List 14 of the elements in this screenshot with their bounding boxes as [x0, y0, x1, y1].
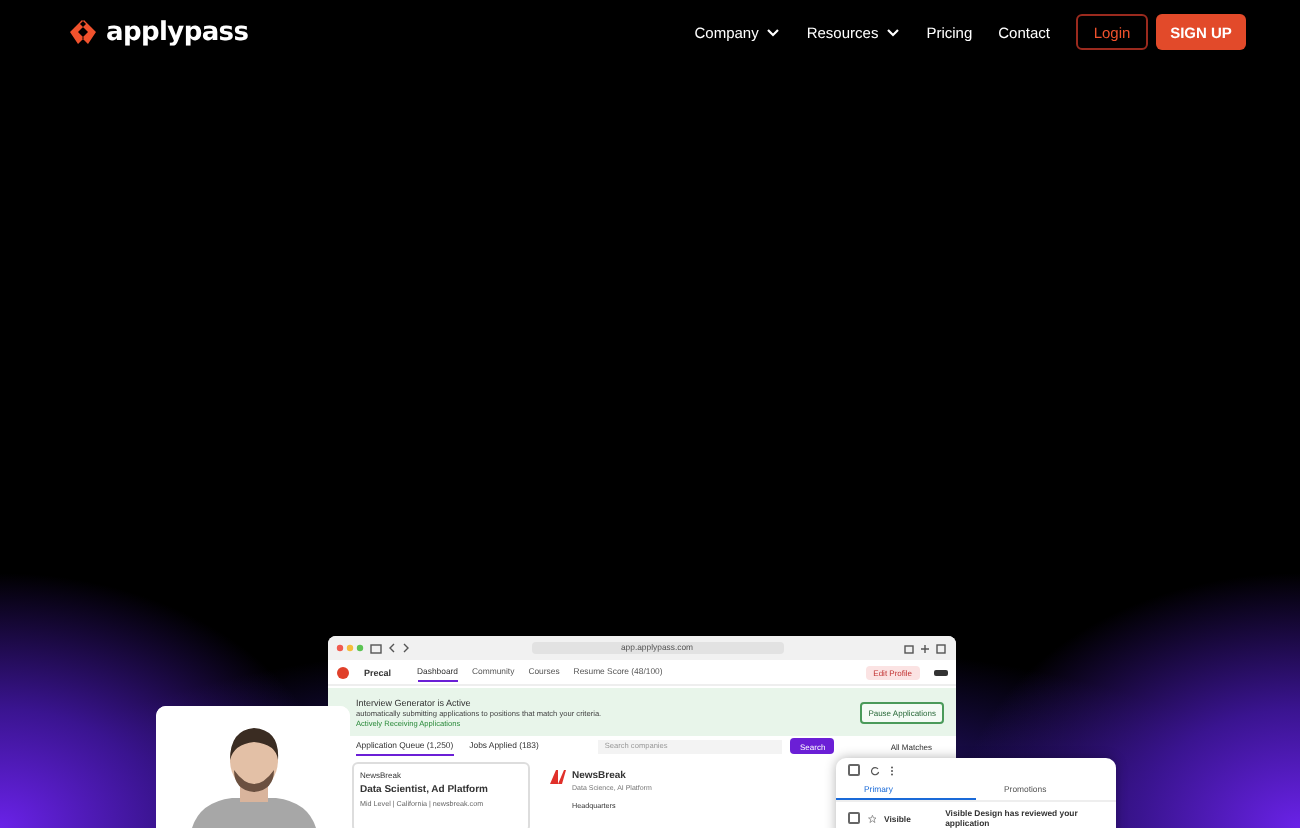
- logo-icon: [66, 18, 100, 46]
- refresh-icon[interactable]: [870, 765, 880, 775]
- app-logo-icon: [336, 665, 350, 679]
- star-icon[interactable]: [867, 813, 876, 823]
- forward-icon[interactable]: [402, 642, 410, 654]
- company-logo-icon: [550, 770, 566, 784]
- window-controls-icon: [336, 644, 364, 652]
- brand-name[interactable]: applypass: [106, 17, 249, 47]
- sidebar-icon[interactable]: [370, 643, 382, 653]
- tabs-icon[interactable]: [936, 642, 948, 654]
- checkbox-icon[interactable]: [848, 812, 860, 824]
- new-tab-icon[interactable]: [920, 643, 930, 653]
- checkbox-icon[interactable]: [848, 764, 860, 776]
- back-icon[interactable]: [388, 642, 396, 654]
